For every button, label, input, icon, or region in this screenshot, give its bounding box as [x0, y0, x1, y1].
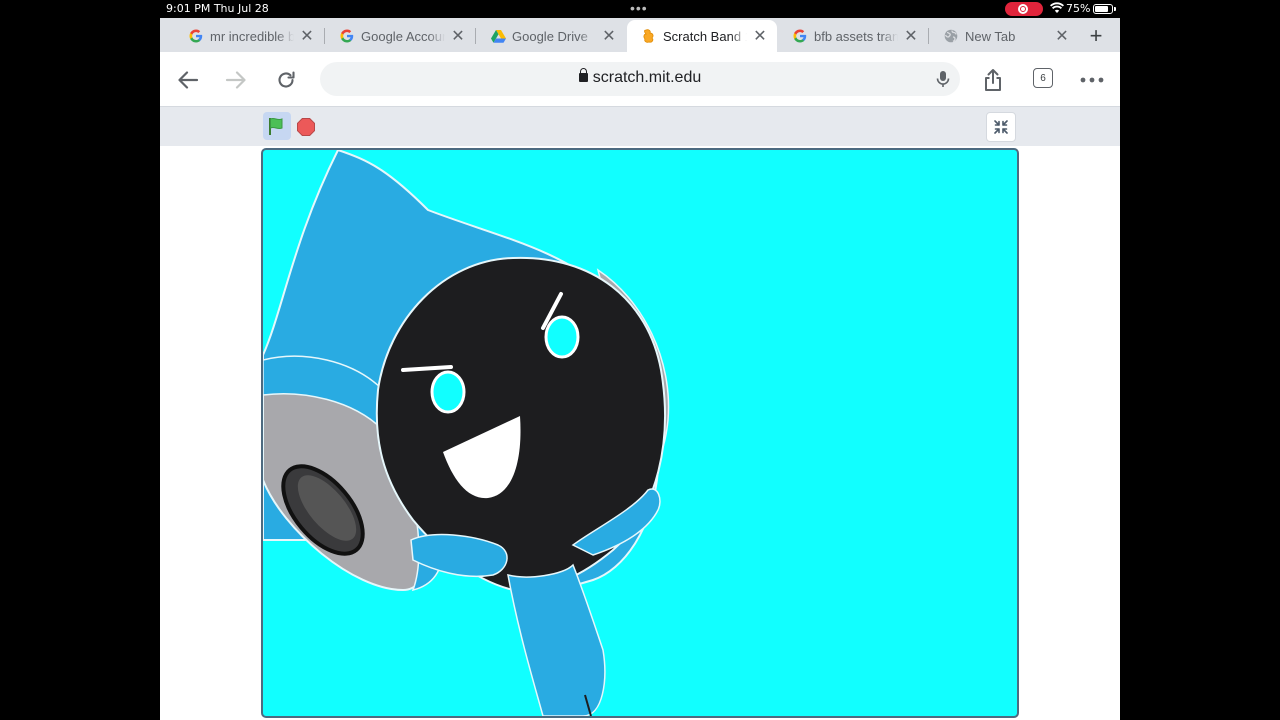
tab-switcher-button[interactable]: 6	[1033, 68, 1053, 88]
green-flag-icon[interactable]	[263, 112, 291, 140]
tab-title: New Tab	[965, 28, 1016, 44]
tab-title: Google Accoun	[361, 28, 445, 44]
google-icon	[188, 28, 204, 44]
tab-title: Google Drive	[512, 28, 588, 44]
more-menu-icon[interactable]	[1076, 64, 1108, 96]
tab-bfb-assets[interactable]: bfb assets tran ✕	[778, 20, 928, 52]
tab-title: Scratch Band 10	[663, 28, 747, 44]
tab-title: bfb assets tran	[814, 28, 898, 44]
browser-toolbar: scratch.mit.edu 6	[160, 52, 1120, 106]
scratch-stage[interactable]	[261, 148, 1019, 718]
url-text: scratch.mit.edu	[592, 69, 702, 86]
close-tab-icon[interactable]: ✕	[449, 27, 467, 45]
tab-new-tab[interactable]: New Tab ✕	[929, 20, 1079, 52]
exit-fullscreen-icon[interactable]	[986, 112, 1016, 142]
tab-strip: mr incredible b ✕ Google Accoun ✕ Google…	[160, 18, 1120, 52]
globe-icon	[943, 28, 959, 44]
reload-icon[interactable]	[270, 64, 302, 96]
battery-percent: 75%	[1066, 2, 1091, 15]
tab-mr-incredible[interactable]: mr incredible b ✕	[174, 20, 324, 52]
url-display: scratch.mit.edu	[320, 68, 960, 87]
battery-tip	[1114, 7, 1116, 11]
scratch-player-controls	[160, 106, 1120, 146]
status-time: 9:01 PM Thu Jul 28	[166, 2, 269, 15]
speaker-character-sprite	[263, 150, 670, 716]
lock-icon	[578, 68, 588, 82]
tab-google-account[interactable]: Google Accoun ✕	[325, 20, 475, 52]
tab-scratch-band[interactable]: Scratch Band 10 ✕	[627, 20, 777, 52]
close-tab-icon[interactable]: ✕	[298, 27, 316, 45]
stop-sign-icon[interactable]	[297, 118, 315, 136]
ios-status-bar: 9:01 PM Thu Jul 28 ••• 75%	[0, 0, 1280, 18]
tab-title: mr incredible b	[210, 28, 294, 44]
close-tab-icon[interactable]: ✕	[600, 27, 618, 45]
forward-arrow-icon[interactable]	[220, 64, 252, 96]
google-icon	[792, 28, 808, 44]
address-bar[interactable]: scratch.mit.edu	[320, 62, 960, 96]
back-arrow-icon[interactable]	[172, 64, 204, 96]
scratch-icon	[641, 28, 657, 44]
microphone-icon[interactable]	[936, 70, 950, 93]
close-tab-icon[interactable]: ✕	[1053, 27, 1071, 45]
screen-recording-icon[interactable]	[1005, 2, 1043, 16]
google-drive-icon	[490, 28, 506, 44]
new-tab-plus-icon[interactable]: +	[1084, 23, 1108, 48]
share-icon[interactable]	[977, 64, 1009, 96]
wifi-icon	[1049, 2, 1065, 17]
close-tab-icon[interactable]: ✕	[751, 27, 769, 45]
browser-window: mr incredible b ✕ Google Accoun ✕ Google…	[160, 18, 1120, 720]
tab-google-drive[interactable]: Google Drive ✕	[476, 20, 626, 52]
multitasking-dots-icon[interactable]: •••	[630, 0, 648, 16]
google-icon	[339, 28, 355, 44]
battery-icon	[1093, 4, 1113, 14]
close-tab-icon[interactable]: ✕	[902, 27, 920, 45]
